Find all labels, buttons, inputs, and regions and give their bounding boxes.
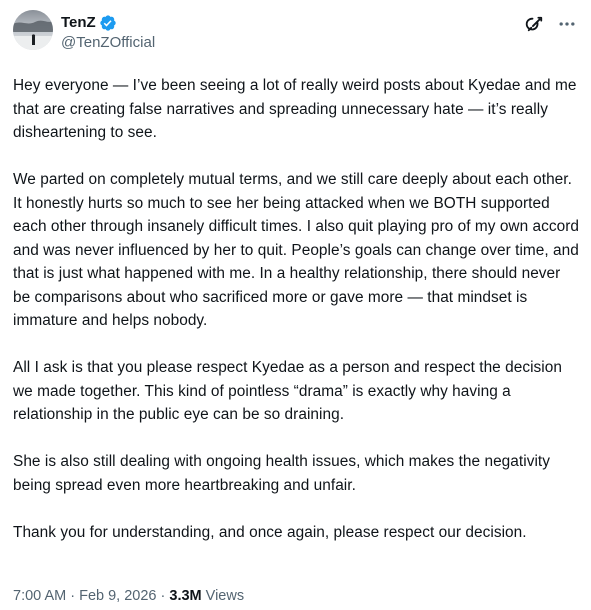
tweet-paragraph: We parted on completely mutual terms, an… (13, 171, 580, 329)
tweet-time: 7:00 AM (13, 588, 67, 604)
tweet-date: Feb 9, 2026 (79, 588, 157, 604)
tweet-meta: 7:00 AM · Feb 9, 2026 · 3.3M Views (13, 586, 244, 606)
display-name[interactable]: TenZ (61, 14, 96, 32)
verified-badge-icon (99, 14, 117, 32)
meta-separator: · (156, 588, 170, 604)
tweet-paragraph: All I ask is that you please respect Kye… (13, 359, 562, 423)
grok-icon[interactable] (525, 14, 545, 34)
tweet-header: TenZ @TenZOfficial (13, 8, 577, 56)
tweet-paragraph: She is also still dealing with ongoing h… (13, 453, 550, 494)
timestamp-link[interactable]: 7:00 AM · Feb 9, 2026 (13, 588, 157, 604)
name-row: TenZ (61, 14, 155, 32)
tweet-paragraph: Thank you for understanding, and once ag… (13, 523, 527, 541)
more-icon[interactable] (557, 14, 577, 34)
tweet-paragraph: Hey everyone — I’ve been seeing a lot of… (13, 77, 577, 141)
header-actions (525, 14, 577, 34)
tweet-text: Hey everyone — I’ve been seeing a lot of… (13, 74, 581, 544)
avatar[interactable] (13, 10, 53, 50)
views-label: Views (205, 588, 245, 604)
views-count: 3.3M (169, 588, 202, 604)
tweet-card: TenZ @TenZOfficial Hey everyone — I’ve b… (0, 0, 591, 610)
avatar-image (13, 10, 53, 50)
meta-separator: · (66, 588, 80, 604)
author-info: TenZ @TenZOfficial (61, 14, 155, 52)
author-handle[interactable]: @TenZOfficial (61, 34, 155, 52)
